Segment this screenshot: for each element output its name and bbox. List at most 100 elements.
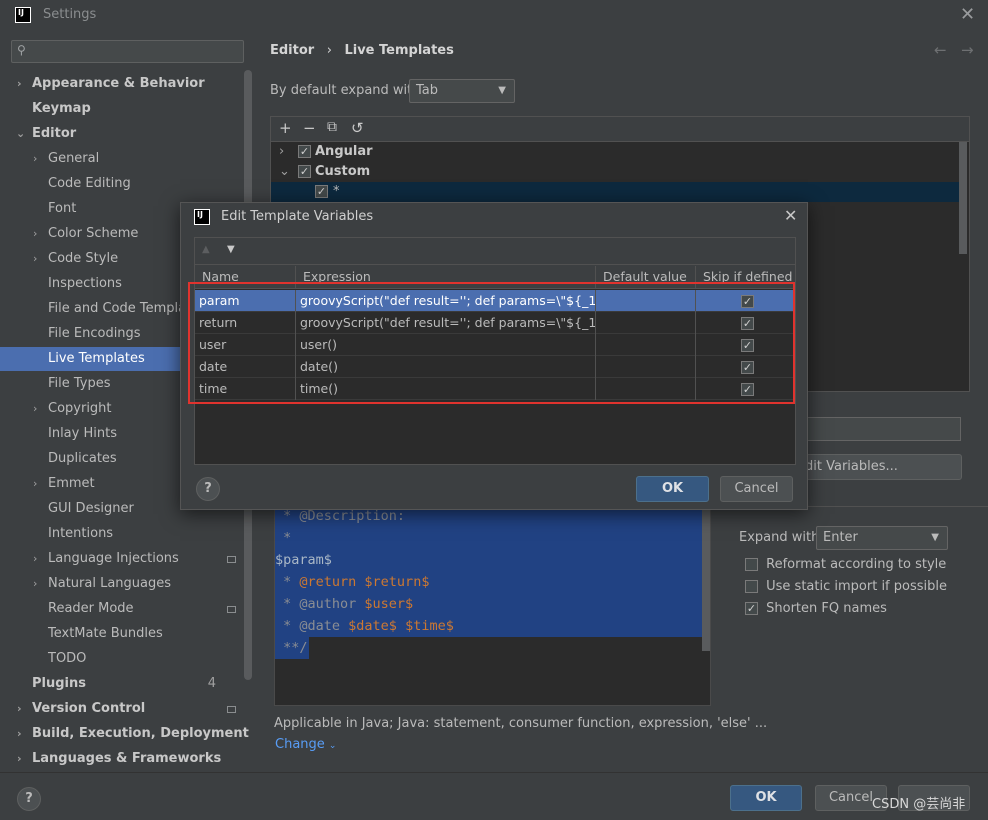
- reformat-label: Reformat according to style: [766, 557, 947, 572]
- code-line: *: [275, 527, 709, 549]
- template-item-selected[interactable]: ✓ *: [271, 182, 961, 202]
- change-contexts-link[interactable]: Change ⌄: [275, 737, 336, 752]
- sidebar-item-label: Appearance & Behavior: [32, 76, 205, 91]
- sidebar-item-editor[interactable]: ⌄ Editor: [0, 122, 244, 146]
- close-icon[interactable]: ✕: [960, 4, 975, 25]
- chevron-right-icon[interactable]: ›: [279, 142, 284, 162]
- sidebar-item-plugins[interactable]: Plugins 4: [0, 672, 244, 696]
- group-checkbox[interactable]: ✓: [298, 165, 311, 178]
- copy-icon[interactable]: ⧉: [327, 119, 337, 135]
- static-import-label: Use static import if possible: [766, 579, 947, 594]
- chevron-right-icon[interactable]: ›: [33, 222, 37, 246]
- sidebar-item-natural-languages[interactable]: › Natural Languages: [0, 572, 244, 596]
- reformat-checkbox[interactable]: [745, 558, 758, 571]
- forward-arrow-icon[interactable]: →: [961, 41, 974, 59]
- project-scope-icon: [227, 706, 236, 713]
- sidebar-item-intentions[interactable]: Intentions: [0, 522, 244, 546]
- sidebar-item-label: Plugins: [32, 676, 86, 691]
- sidebar-item-label: Language Injections: [48, 551, 179, 566]
- cancel-button[interactable]: Cancel: [720, 476, 793, 502]
- template-checkbox[interactable]: ✓: [315, 185, 328, 198]
- template-group-custom[interactable]: ⌄ ✓ Custom: [271, 162, 969, 182]
- chevron-down-icon[interactable]: ⌄: [16, 122, 25, 146]
- shorten-fq-option[interactable]: ✓ Shorten FQ names: [745, 601, 887, 616]
- chevron-right-icon[interactable]: ›: [17, 722, 22, 746]
- ok-button[interactable]: OK: [730, 785, 802, 811]
- breadcrumb-parent[interactable]: Editor: [270, 43, 314, 58]
- static-import-option[interactable]: Use static import if possible: [745, 579, 947, 594]
- chevron-right-icon[interactable]: ›: [33, 472, 37, 496]
- sidebar-item-label: Reader Mode: [48, 601, 134, 616]
- sidebar-item-todo[interactable]: TODO: [0, 647, 244, 671]
- expand-with-label: Expand with: [739, 530, 820, 545]
- chevron-right-icon[interactable]: ›: [17, 747, 22, 771]
- sidebar-item-label: Code Editing: [48, 176, 131, 191]
- edit-variables-button[interactable]: dit Variables...: [794, 454, 962, 480]
- sidebar-item-label: Version Control: [32, 701, 146, 716]
- sidebar-item-label: TextMate Bundles: [48, 626, 163, 641]
- sidebar-item-label: TODO: [48, 651, 87, 666]
- reformat-option[interactable]: Reformat according to style: [745, 557, 946, 572]
- static-import-checkbox[interactable]: [745, 580, 758, 593]
- add-icon[interactable]: +: [279, 119, 292, 137]
- sidebar-item-label: Intentions: [48, 526, 114, 541]
- sidebar-item-appearance[interactable]: › Appearance & Behavior: [0, 72, 244, 96]
- ok-button[interactable]: OK: [636, 476, 709, 502]
- chevron-right-icon[interactable]: ›: [17, 697, 22, 721]
- editor-scrollbar[interactable]: [702, 505, 710, 651]
- sidebar-item-version-control[interactable]: › Version Control: [0, 697, 244, 721]
- sidebar-item-reader-mode[interactable]: Reader Mode: [0, 597, 244, 621]
- templates-scrollbar[interactable]: [959, 142, 967, 254]
- chevron-right-icon[interactable]: ›: [33, 572, 37, 596]
- group-label: Angular: [315, 144, 373, 159]
- sidebar-item-label: Languages & Frameworks: [32, 751, 222, 766]
- search-input[interactable]: ⚲: [11, 40, 244, 63]
- sidebar-item-code-editing[interactable]: Code Editing: [0, 172, 244, 196]
- highlight-box: [188, 282, 795, 404]
- sidebar-item-general[interactable]: › General: [0, 147, 244, 171]
- expand-default-select[interactable]: Tab ▼: [409, 79, 515, 103]
- move-down-icon[interactable]: ▼: [227, 244, 235, 255]
- template-text-editor[interactable]: * @Description: * $param$ * @return $ret…: [274, 504, 711, 706]
- templates-toolbar: + − ⧉ ↺: [271, 117, 969, 142]
- sidebar-item-label: Live Templates: [48, 351, 145, 366]
- sidebar-item-language-injections[interactable]: › Language Injections: [0, 547, 244, 571]
- chevron-right-icon[interactable]: ›: [33, 147, 37, 171]
- sidebar-item-label: Natural Languages: [48, 576, 172, 591]
- expand-default-value: Tab: [416, 83, 439, 98]
- sidebar-item-label: File Types: [48, 376, 111, 391]
- title-bar: IJ Settings ✕: [0, 0, 988, 30]
- sidebar-item-label: Build, Execution, Deployment: [32, 726, 249, 741]
- template-group-angular[interactable]: › ✓ Angular: [271, 142, 969, 162]
- expand-with-select[interactable]: Enter ▼: [816, 526, 948, 550]
- sidebar-item-build[interactable]: › Build, Execution, Deployment: [0, 722, 249, 746]
- window-title: Settings: [43, 7, 97, 22]
- back-arrow-icon[interactable]: ←: [934, 41, 947, 59]
- bottom-bar: ? OK Cancel: [0, 772, 988, 820]
- help-button[interactable]: ?: [17, 787, 41, 811]
- sidebar-item-label: Editor: [32, 126, 77, 141]
- sidebar-item-keymap[interactable]: Keymap: [0, 97, 244, 121]
- shorten-fq-checkbox[interactable]: ✓: [745, 602, 758, 615]
- sidebar-item-languages[interactable]: › Languages & Frameworks: [0, 747, 244, 771]
- chevron-right-icon[interactable]: ›: [33, 547, 37, 571]
- chevron-right-icon[interactable]: ›: [17, 72, 22, 96]
- applicable-contexts-text: Applicable in Java; Java: statement, con…: [274, 716, 768, 731]
- project-scope-icon: [227, 606, 236, 613]
- move-up-icon[interactable]: ▲: [202, 244, 210, 255]
- description-input[interactable]: [794, 417, 961, 441]
- group-checkbox[interactable]: ✓: [298, 145, 311, 158]
- code-line: * @date $date$ $time$: [275, 615, 709, 637]
- close-icon[interactable]: ✕: [784, 206, 797, 225]
- app-logo: IJ: [15, 7, 31, 23]
- breadcrumb: Editor › Live Templates: [270, 43, 454, 58]
- chevron-right-icon[interactable]: ›: [33, 247, 37, 271]
- expand-with-value: Enter: [823, 530, 858, 545]
- chevron-right-icon[interactable]: ›: [33, 397, 37, 421]
- help-button[interactable]: ?: [196, 477, 220, 501]
- sidebar-item-textmate-bundles[interactable]: TextMate Bundles: [0, 622, 244, 646]
- revert-icon[interactable]: ↺: [351, 119, 364, 137]
- chevron-down-icon[interactable]: ⌄: [279, 162, 290, 182]
- remove-icon[interactable]: −: [303, 119, 316, 137]
- change-link-label: Change: [275, 737, 325, 752]
